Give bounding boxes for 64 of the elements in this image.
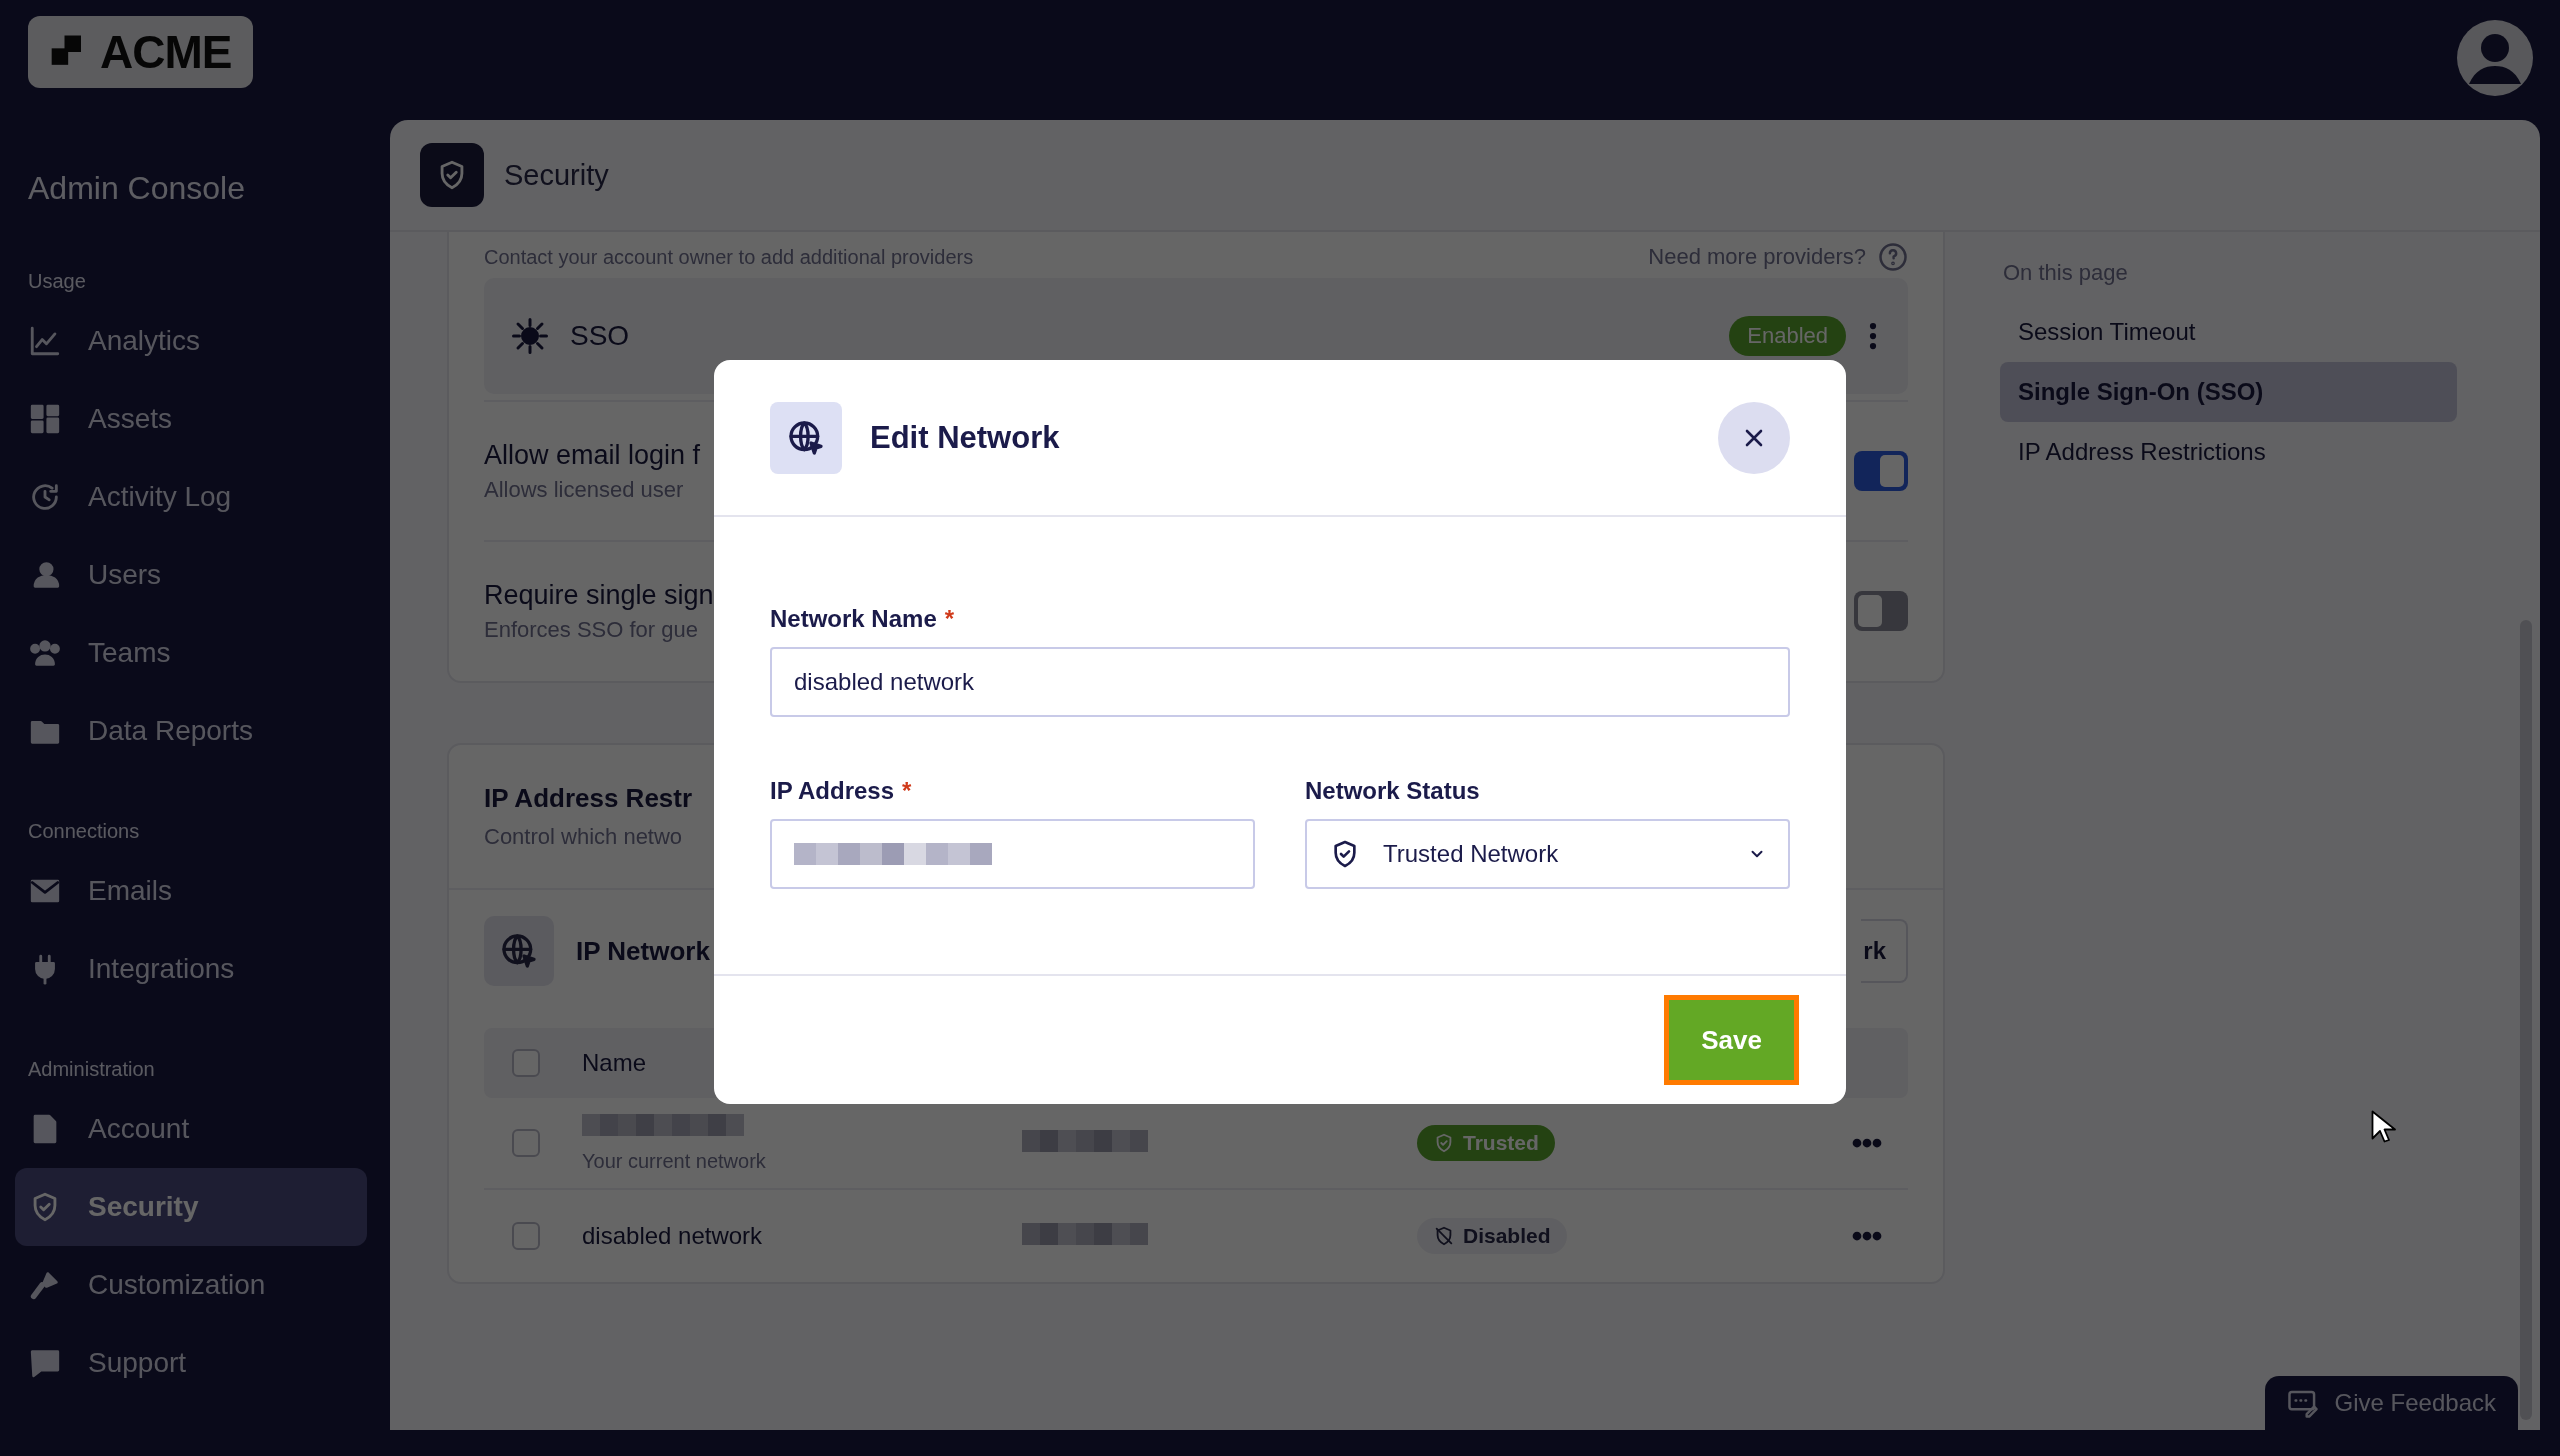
text-field[interactable] — [770, 819, 1255, 889]
card-description: Control which netwo — [484, 824, 683, 850]
help-icon — [1878, 242, 1908, 272]
add-network-button[interactable]: rk — [1861, 919, 1908, 983]
sidebar-item[interactable]: Emails — [15, 852, 367, 930]
section-title: IP Network — [576, 935, 711, 967]
sidebar-item[interactable]: Integrations — [15, 930, 367, 1008]
status-badge: Trusted — [1417, 1125, 1555, 1161]
text-field[interactable]: disabled network — [770, 647, 1790, 717]
required-mark: * — [902, 777, 912, 805]
toc-link[interactable]: Session Timeout — [2000, 302, 2457, 362]
sidebar-item[interactable]: Security — [15, 1168, 367, 1246]
toc-link[interactable]: Single Sign-On (SSO) — [2000, 362, 2457, 422]
select-field[interactable]: Trusted Network — [1305, 819, 1790, 889]
table-cell-text: disabled network — [582, 1222, 764, 1250]
toc-link[interactable]: IP Address Restrictions — [2000, 422, 2457, 482]
globe-icon — [499, 931, 539, 971]
sidebar-title: Admin Console — [27, 169, 246, 208]
chart-icon — [28, 324, 62, 358]
toggle-switch[interactable] — [1854, 591, 1908, 631]
status-badge: Enabled — [1729, 316, 1846, 356]
sidebar-item[interactable]: Support — [15, 1324, 367, 1402]
hint-text: Contact your account owner to add additional providers — [484, 245, 974, 269]
avatar-icon — [2455, 18, 2535, 98]
card-title: IP Address Restr — [484, 783, 693, 814]
feedback-icon — [2286, 1388, 2319, 1418]
section-label: Usage — [27, 268, 87, 294]
column-header: Name — [582, 1049, 647, 1077]
section-label: Administration — [27, 1056, 156, 1082]
toggle-switch[interactable] — [1854, 451, 1908, 491]
checkbox[interactable] — [512, 1049, 540, 1077]
status-badge: Disabled — [1417, 1218, 1567, 1254]
checkbox[interactable] — [512, 1129, 540, 1157]
sidebar-item[interactable]: Assets — [15, 380, 367, 458]
sidebar-item[interactable]: Users — [15, 536, 367, 614]
more-icon — [1852, 1138, 1882, 1148]
sidebar-item[interactable]: Account — [15, 1090, 367, 1168]
sidebar-item[interactable]: Teams — [15, 614, 367, 692]
field-label: Network Name — [770, 605, 937, 633]
checkbox[interactable] — [512, 1222, 540, 1250]
more-icon — [1852, 1231, 1882, 1241]
sidebar-item[interactable]: Activity Log — [15, 458, 367, 536]
field-label: Network Status — [1305, 777, 1480, 805]
sidebar-item[interactable]: Analytics — [15, 302, 367, 380]
setting-description: Enforces SSO for gue — [484, 616, 698, 643]
feedback-button[interactable]: Give Feedback — [2264, 1376, 2518, 1430]
kebab-menu-icon — [1868, 321, 1878, 351]
setting-description: Allows licensed user — [484, 476, 684, 503]
sidebar-item[interactable]: Data Reports — [15, 692, 367, 770]
grid-icon — [28, 402, 62, 436]
page-title: Security — [504, 158, 609, 192]
required-mark: * — [944, 605, 955, 633]
network-note: Your current network — [582, 1149, 767, 1173]
help-link[interactable]: Need more providers? — [1648, 244, 1866, 270]
setting-title: Allow email login f — [484, 439, 701, 471]
provider-name: SSO — [570, 320, 631, 352]
sidebar-item[interactable]: Customization — [15, 1246, 367, 1324]
section-label: Connections — [27, 818, 141, 844]
shield-off-icon — [1433, 1225, 1455, 1247]
logo-text: ACME — [100, 25, 232, 79]
sun-icon — [512, 318, 548, 354]
dialog-title: Edit Network — [870, 419, 1061, 456]
setting-title: Require single sign — [484, 579, 714, 611]
field-label: IP Address — [770, 777, 895, 805]
